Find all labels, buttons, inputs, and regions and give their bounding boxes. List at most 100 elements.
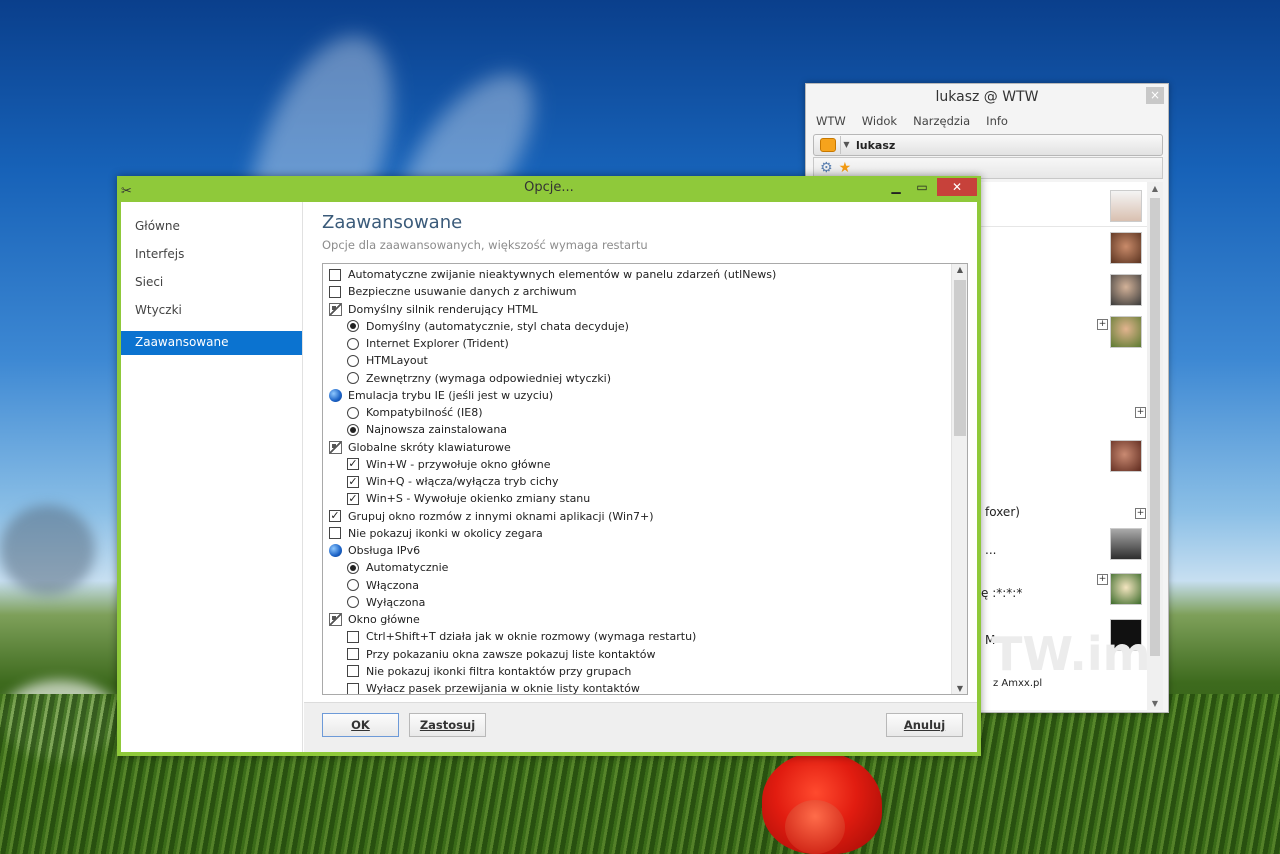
- contact-name-fragment[interactable]: ę :*:*:*: [981, 586, 1022, 600]
- scroll-down-icon[interactable]: ▼: [1147, 699, 1163, 708]
- option-row[interactable]: Najnowsza zainstalowana: [347, 421, 507, 438]
- ok-button[interactable]: OK: [322, 713, 399, 737]
- checkbox-checked[interactable]: ✓: [347, 458, 359, 471]
- expand-group-icon[interactable]: +: [1097, 319, 1108, 330]
- option-row[interactable]: Nie pokazuj ikonki w okolicy zegara: [329, 525, 543, 542]
- checkbox[interactable]: [329, 268, 341, 281]
- radio[interactable]: [347, 579, 359, 591]
- sidebar-item-wtyczki[interactable]: Wtyczki: [121, 299, 302, 327]
- option-row[interactable]: Przy pokazaniu okna zawsze pokazuj liste…: [347, 646, 655, 663]
- watermark-logo: TW.im: [991, 627, 1151, 681]
- option-row[interactable]: HTMLayout: [347, 352, 428, 369]
- radio[interactable]: [347, 406, 359, 419]
- scissors-icon: ✂: [121, 184, 132, 199]
- option-row[interactable]: ✓ Win+W - przywołuje okno główne: [347, 456, 551, 473]
- avatar[interactable]: [1110, 190, 1142, 222]
- radio-selected[interactable]: [347, 320, 359, 333]
- wtw-titlebar: lukasz @ WTW ×: [806, 84, 1168, 110]
- checkbox[interactable]: [347, 682, 359, 694]
- checkbox[interactable]: [347, 630, 359, 643]
- contact-name-fragment[interactable]: ...: [985, 543, 996, 557]
- radio-dot: [350, 323, 356, 330]
- avatar[interactable]: [1110, 573, 1142, 605]
- option-row[interactable]: ✓ Win+Q - włącza/wyłącza tryb cichy: [347, 473, 559, 490]
- checkbox-checked[interactable]: ✓: [347, 492, 359, 505]
- avatar[interactable]: [1110, 316, 1142, 348]
- checkbox[interactable]: [329, 527, 341, 540]
- maximize-icon[interactable]: ▭: [909, 178, 935, 196]
- options-scrollbar[interactable]: ▲ ▼: [951, 264, 967, 694]
- radio-selected[interactable]: [347, 423, 359, 436]
- contact-name-fragment[interactable]: foxer): [985, 505, 1020, 519]
- radio[interactable]: [347, 337, 359, 350]
- status-icon[interactable]: [820, 138, 836, 152]
- option-row[interactable]: ✓ Win+S - Wywołuje okienko zmiany stanu: [347, 490, 590, 507]
- option-label: Kompatybilność (IE8): [366, 406, 483, 419]
- checkbox-checked[interactable]: ✓: [347, 475, 359, 488]
- dialog-titlebar: ✂ Opcje... ▁ ▭ ✕: [117, 176, 981, 200]
- option-row[interactable]: Włączona: [347, 577, 419, 594]
- chevron-down-icon[interactable]: ▼: [840, 136, 852, 154]
- expand-group-icon[interactable]: +: [1097, 574, 1108, 585]
- option-row[interactable]: Internet Explorer (Trident): [347, 335, 509, 352]
- wtw-menu-info[interactable]: Info: [980, 114, 1014, 128]
- radio[interactable]: [347, 596, 359, 609]
- expand-group-icon[interactable]: +: [1135, 407, 1146, 418]
- option-label: Domyślny silnik renderujący HTML: [348, 302, 538, 316]
- radio[interactable]: [347, 354, 359, 367]
- options-tree[interactable]: Automatyczne zwijanie nieaktywnych eleme…: [322, 263, 968, 695]
- radio[interactable]: [347, 372, 359, 384]
- checkbox[interactable]: [347, 665, 359, 678]
- option-row[interactable]: Kompatybilność (IE8): [347, 404, 483, 421]
- star-icon[interactable]: ★: [839, 160, 852, 176]
- checkbox[interactable]: [347, 648, 359, 660]
- scroll-down-icon[interactable]: ▼: [952, 684, 967, 693]
- avatar[interactable]: [1110, 232, 1142, 264]
- sidebar-item-zaawansowane[interactable]: Zaawansowane: [121, 331, 302, 355]
- sidebar-item-sieci[interactable]: Sieci: [121, 271, 302, 299]
- cancel-button[interactable]: Anuluj: [886, 713, 963, 737]
- option-row[interactable]: Automatyczne zwijanie nieaktywnych eleme…: [329, 266, 776, 283]
- scroll-up-icon[interactable]: ▲: [1147, 184, 1163, 193]
- wtw-username: lukasz: [856, 138, 896, 152]
- option-row[interactable]: ✓ Grupuj okno rozmów z innymi oknami apli…: [329, 508, 654, 525]
- contact-status-fragment[interactable]: z Amxx.pl: [993, 678, 1042, 689]
- scrollbar-thumb[interactable]: [954, 280, 966, 436]
- scrollbar-thumb[interactable]: [1150, 198, 1160, 656]
- option-label: Okno główne: [348, 613, 420, 626]
- option-row: Okno główne: [329, 611, 420, 628]
- option-label: Przy pokazaniu okna zawsze pokazuj liste…: [366, 647, 656, 661]
- option-row[interactable]: Wyłacz pasek przewijania w oknie listy k…: [347, 680, 640, 694]
- wtw-close-button[interactable]: ×: [1146, 87, 1164, 104]
- close-icon[interactable]: ✕: [937, 178, 977, 196]
- apply-button[interactable]: Zastosuj: [409, 713, 486, 737]
- option-row[interactable]: Ctrl+Shift+T działa jak w oknie rozmowy …: [347, 628, 696, 645]
- option-row[interactable]: Nie pokazuj ikonki filtra kontaktów przy…: [347, 663, 631, 680]
- option-row[interactable]: Automatycznie: [347, 559, 448, 576]
- option-row[interactable]: Bezpieczne usuwanie danych z archiwum: [329, 283, 576, 300]
- option-label: Domyślny (automatycznie, styl chata decy…: [366, 319, 629, 333]
- avatar[interactable]: [1110, 440, 1142, 472]
- radio-dot: [350, 426, 356, 433]
- wtw-menu-wtw[interactable]: WTW: [810, 114, 852, 128]
- checkbox[interactable]: [329, 285, 341, 298]
- group-icon: [329, 440, 342, 454]
- option-row[interactable]: Zewnętrzny (wymaga odpowiedniej wtyczki): [347, 370, 611, 387]
- wtw-window-title: lukasz @ WTW: [935, 89, 1039, 105]
- option-row[interactable]: Domyślny (automatycznie, styl chata decy…: [347, 318, 629, 335]
- minimize-icon[interactable]: ▁: [883, 178, 909, 196]
- wtw-user-status-bar[interactable]: ▼ lukasz: [813, 134, 1163, 156]
- wtw-menu-widok[interactable]: Widok: [856, 114, 903, 128]
- avatar[interactable]: [1110, 528, 1142, 560]
- avatar[interactable]: [1110, 274, 1142, 306]
- wtw-scrollbar[interactable]: ▲ ▼: [1147, 182, 1163, 710]
- wtw-menu-narzedzia[interactable]: Narzędzia: [907, 114, 976, 128]
- scroll-up-icon[interactable]: ▲: [952, 265, 967, 274]
- gear-icon[interactable]: ⚙: [820, 160, 833, 176]
- sidebar-item-glowne[interactable]: Główne: [121, 215, 302, 243]
- expand-group-icon[interactable]: +: [1135, 508, 1146, 519]
- option-row[interactable]: Wyłączona: [347, 594, 425, 611]
- sidebar-item-interfejs[interactable]: Interfejs: [121, 243, 302, 271]
- radio-selected[interactable]: [347, 561, 359, 574]
- checkbox-checked[interactable]: ✓: [329, 510, 341, 522]
